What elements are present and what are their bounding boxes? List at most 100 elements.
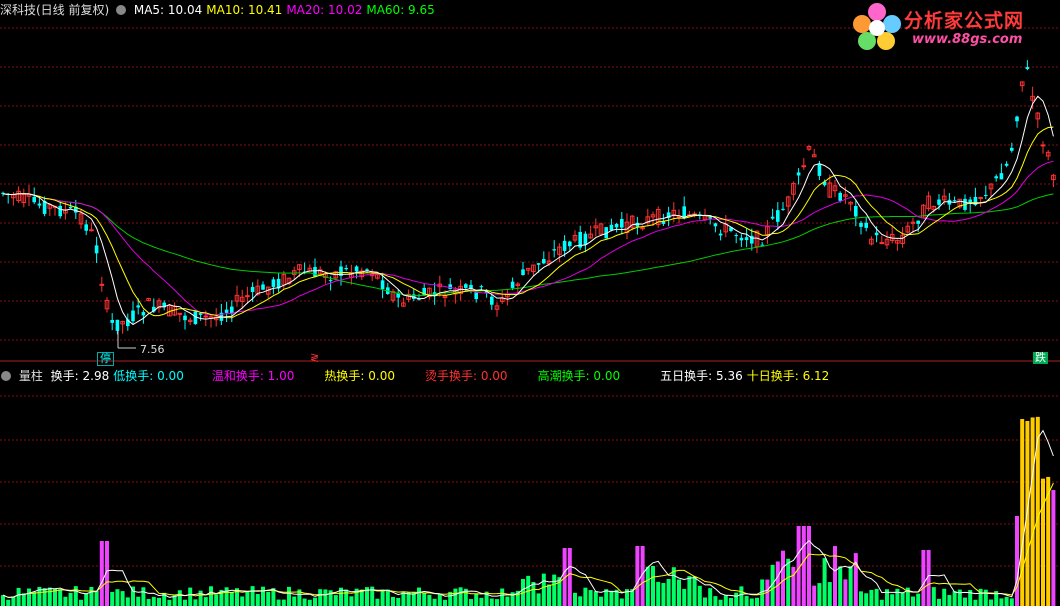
- volume-bar: [536, 593, 541, 606]
- volume-bar: [942, 588, 947, 606]
- volume-bar: [183, 599, 187, 606]
- volume-item-4: 烫手换手: 0.00: [424, 369, 508, 383]
- volume-panel[interactable]: [0, 368, 1060, 606]
- volume-bar: [167, 599, 172, 606]
- candle-body: [1015, 116, 1019, 122]
- candle-body: [479, 286, 484, 288]
- candle-body: [552, 249, 556, 251]
- volume-bar: [349, 596, 354, 606]
- volume-bar: [937, 598, 941, 606]
- volume-bar: [406, 592, 411, 606]
- volume-bar: [79, 599, 83, 606]
- candle-body: [817, 164, 822, 176]
- candle-body: [354, 266, 359, 272]
- candle-body: [68, 206, 73, 209]
- volume-bar: [786, 558, 791, 606]
- volume-bar: [838, 566, 843, 606]
- candle-body: [365, 269, 369, 271]
- volume-bar: [755, 597, 759, 606]
- candle-body: [879, 242, 885, 245]
- volume-bar: [276, 599, 281, 606]
- volume-bar: [661, 583, 666, 606]
- volume-bar: [229, 592, 234, 606]
- volume-bar: [541, 573, 546, 606]
- volume-bar: [879, 599, 884, 606]
- candle-body: [131, 310, 135, 322]
- candlestick-panel[interactable]: [0, 0, 1060, 362]
- volume-bar: [947, 595, 952, 606]
- volume-bar: [203, 597, 208, 606]
- ma-legend: MA5: 10.04 MA10: 10.41 MA20: 10.02 MA60: 9.…: [134, 3, 439, 17]
- stock-chart[interactable]: 深科技(日线 前复权) MA5: 10.04 MA10: 10.41 MA20: 1…: [0, 0, 1060, 606]
- candle-body: [994, 176, 998, 179]
- volume-bar: [99, 541, 104, 606]
- volume-bar: [952, 591, 957, 606]
- volume-bar: [573, 592, 577, 606]
- volume-bar: [432, 598, 437, 606]
- volume-bar: [931, 587, 936, 606]
- volume-bar: [422, 593, 427, 606]
- volume-bar: [380, 589, 385, 606]
- volume-bar: [1004, 596, 1009, 606]
- settings-icon[interactable]: [1, 370, 11, 381]
- volume-bar: [391, 596, 395, 606]
- volume-bar: [1051, 490, 1056, 606]
- volume-bar: [177, 590, 182, 606]
- candle-body: [344, 267, 348, 270]
- volume-bar: [957, 589, 962, 606]
- volume-bar: [692, 576, 697, 606]
- candle-body: [708, 217, 712, 219]
- candle-body: [760, 244, 764, 246]
- candle-body: [937, 199, 941, 205]
- volume-bar: [1, 595, 5, 606]
- candle-body: [796, 172, 801, 176]
- volume-bar: [120, 591, 125, 606]
- candle-body: [136, 305, 140, 308]
- volume-bar: [146, 599, 151, 606]
- volume-bar: [916, 593, 921, 606]
- ma60-line: [2, 193, 1054, 297]
- volume-bar: [500, 588, 505, 606]
- volume-bar: [817, 583, 822, 606]
- volume-bar: [1009, 598, 1014, 606]
- candle-body: [110, 320, 114, 323]
- volume-bar: [843, 579, 848, 606]
- candle-body: [32, 197, 36, 203]
- volume-bar: [266, 591, 271, 606]
- candle-body: [115, 319, 120, 331]
- volume-bar: [999, 598, 1004, 606]
- volume-bar: [827, 582, 832, 606]
- volume-bar: [671, 567, 676, 606]
- volume-item-2: 温和换手: 1.00: [211, 369, 295, 383]
- volume-bar: [16, 587, 21, 606]
- candle-body: [380, 280, 385, 290]
- volume-item-3: 热换手: 0.00: [324, 369, 395, 383]
- candle-body: [864, 222, 868, 228]
- candle-body: [271, 279, 276, 287]
- volume-bar: [1030, 417, 1035, 606]
- volume-bar: [682, 588, 687, 606]
- candle-body: [744, 237, 749, 241]
- volume-bar: [609, 590, 614, 606]
- volume-item-5: 高潮换手: 0.00: [537, 369, 621, 383]
- site-logo: 分析家公式网 www.88gs.com: [852, 2, 1052, 52]
- volume-bar: [900, 592, 905, 606]
- volume-bar: [307, 599, 312, 606]
- volume-bar: [973, 599, 978, 606]
- volume-bar: [458, 587, 463, 606]
- candle-body: [58, 205, 62, 217]
- candle-body: [261, 284, 265, 290]
- candle-body: [838, 192, 842, 201]
- volume-bar: [323, 589, 328, 606]
- volume-bar: [417, 587, 421, 606]
- volume-bar: [42, 588, 47, 606]
- volume-bar: [687, 576, 692, 606]
- volume-bar: [807, 526, 811, 606]
- volume-bar: [619, 598, 624, 606]
- candle-body: [874, 232, 879, 236]
- volume-bar: [224, 587, 229, 606]
- candle-body: [776, 210, 780, 222]
- volume-bar: [744, 596, 749, 606]
- volume-bar: [32, 591, 37, 606]
- settings-icon[interactable]: [116, 4, 127, 15]
